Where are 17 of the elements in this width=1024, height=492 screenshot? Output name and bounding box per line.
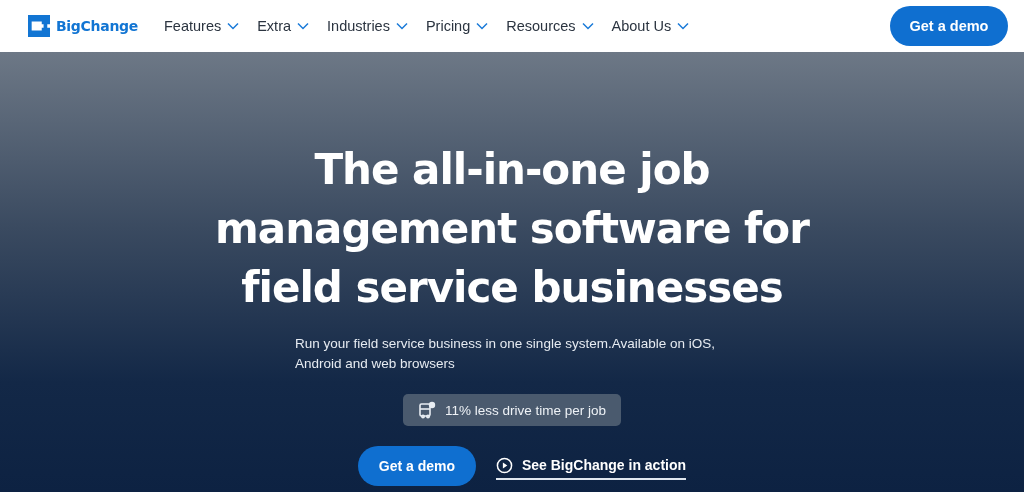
nav-item[interactable]: About Us	[611, 18, 690, 34]
logo[interactable]: BigChange	[28, 15, 138, 37]
logo-text: BigChange	[56, 18, 138, 34]
demo-button[interactable]: Get a demo	[357, 446, 476, 486]
nav-item[interactable]: Industries	[327, 18, 408, 34]
nav-item[interactable]: Features	[163, 18, 240, 34]
van-icon	[417, 401, 436, 419]
play-icon	[495, 456, 513, 474]
demo-button[interactable]: Get a demo	[890, 6, 1008, 46]
logo-icon	[28, 15, 50, 37]
hero-subtitle: Run your field service business in one single system.Available on iOS, Android and web browsers	[294, 335, 716, 373]
hero-headline: The all-in-one job management software for field service businesses	[215, 144, 809, 314]
video-link[interactable]: See BigChange in action	[495, 452, 687, 480]
nav-item[interactable]: Resources	[506, 18, 594, 34]
stat-text: 11% less drive time per job	[444, 402, 607, 418]
nav-item[interactable]: Pricing	[425, 18, 489, 34]
nav-item[interactable]: Extra	[257, 18, 310, 34]
